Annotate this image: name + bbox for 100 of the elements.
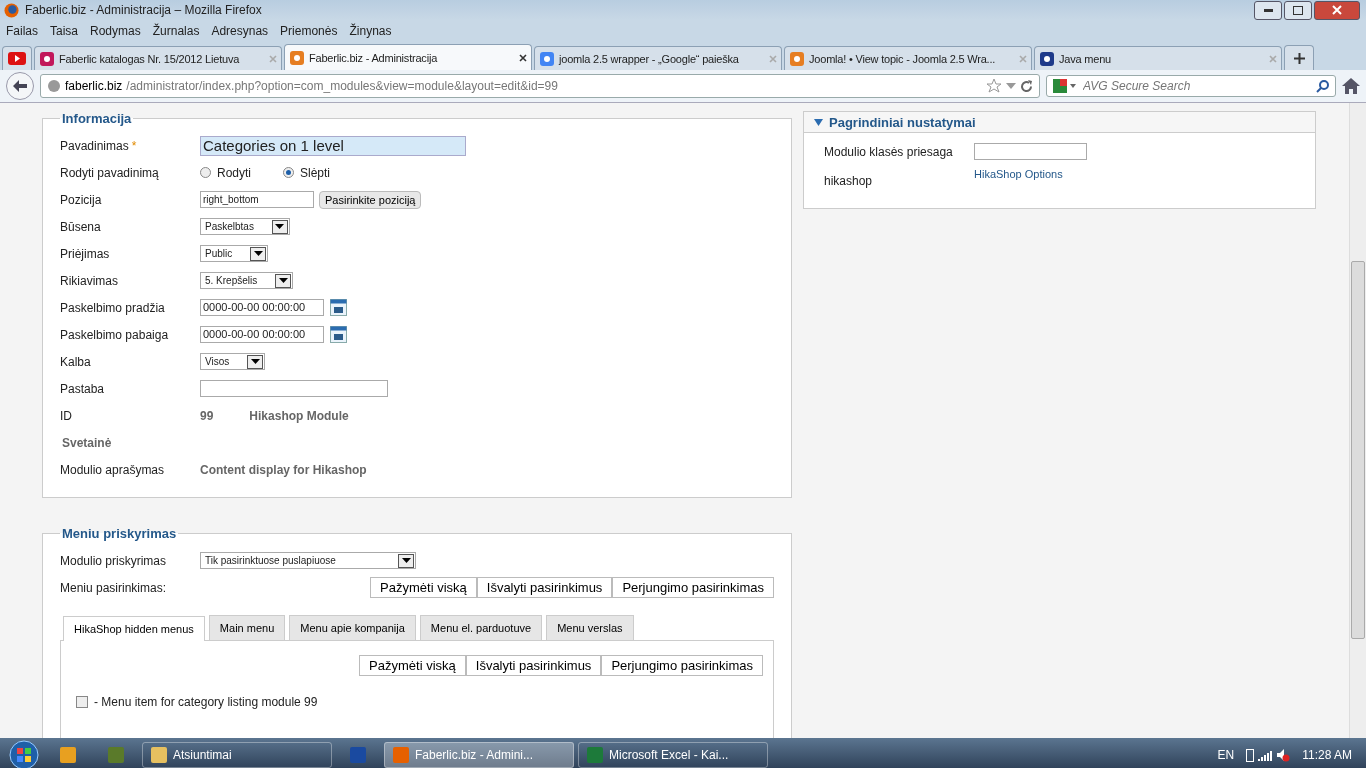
site-icon xyxy=(1039,50,1055,67)
minimize-button[interactable] xyxy=(1254,0,1282,20)
field-label: Kalba xyxy=(60,354,92,369)
menu-selection-button[interactable]: Perjungimo pasirinkimas xyxy=(601,655,763,676)
browser-tab[interactable]: Faberlic katalogas Nr. 15/2012 Lietuva xyxy=(34,46,282,70)
menu-tab[interactable]: Menu apie kompanija xyxy=(289,615,416,640)
site-icon xyxy=(539,50,555,67)
menu-item[interactable]: Žurnalas xyxy=(146,24,206,38)
menu-tab[interactable]: Main menu xyxy=(208,615,286,640)
start-button[interactable] xyxy=(6,739,42,768)
app-icon xyxy=(151,746,167,763)
language-indicator[interactable]: EN xyxy=(1217,747,1235,762)
date-input[interactable]: 0000-00-00 00:00:00 xyxy=(200,326,324,343)
browser-tab[interactable]: Java menu xyxy=(1034,46,1282,70)
new-tab-button[interactable] xyxy=(1284,45,1314,70)
options-link[interactable]: HikaShop Options xyxy=(974,168,1063,188)
menu-selection-button[interactable]: Pažymėti viską xyxy=(370,577,477,598)
radio-label: Slėpti xyxy=(300,165,331,180)
menu-selection-button[interactable]: Pažymėti viską xyxy=(359,655,466,676)
title-input[interactable]: Categories on 1 level xyxy=(200,135,466,156)
field-value: 99 xyxy=(200,408,214,423)
menu-tab[interactable]: Menu verslas xyxy=(546,615,634,640)
app-icon xyxy=(60,746,76,763)
dropdown[interactable]: Public xyxy=(200,245,269,262)
calendar-icon[interactable] xyxy=(330,326,347,343)
browser-tab[interactable]: Joomla! • View topic - Joomla 2.5 Wra... xyxy=(784,46,1032,70)
search-bar[interactable]: AVG Secure Search xyxy=(1046,75,1336,97)
field-label: ID xyxy=(60,408,73,423)
position-input[interactable]: right_bottom xyxy=(200,191,314,208)
radio-button[interactable] xyxy=(283,167,294,178)
field-label: Meniu pasirinkimas: xyxy=(60,580,167,595)
menu-selection-button[interactable]: Išvalyti pasirinkimus xyxy=(476,577,613,598)
field-label: Būsena xyxy=(60,219,102,234)
taskbar-window-button[interactable]: Faberlic.biz - Admini... xyxy=(384,741,574,768)
back-button[interactable] xyxy=(6,72,34,100)
restore-button[interactable] xyxy=(1284,0,1312,20)
menu-tab[interactable]: HikaShop hidden menus xyxy=(63,616,205,641)
checkbox[interactable] xyxy=(76,695,88,708)
settings-panel-header[interactable]: Pagrindiniai nustatymai xyxy=(803,111,1316,132)
field-label: Modulio priskyrimas xyxy=(60,553,168,568)
menu-item[interactable]: Failas xyxy=(0,24,44,38)
taskbar-window-button[interactable]: Microsoft Excel - Kai... xyxy=(578,741,768,768)
field-label: Paskelbimo pradžia xyxy=(60,300,166,315)
dropdown[interactable]: Visos xyxy=(200,353,266,370)
battery-icon[interactable] xyxy=(1246,747,1255,762)
module-type: Hikashop Module xyxy=(249,408,349,423)
radio-button[interactable] xyxy=(200,167,211,178)
menu-selection-button[interactable]: Perjungimo pasirinkimas xyxy=(612,577,774,598)
dropdown[interactable]: Tik pasirinktuose puslapiuose xyxy=(200,552,416,569)
field-value: Content display for Hikashop xyxy=(200,462,367,477)
caret-icon xyxy=(814,118,823,126)
browser-tab[interactable]: Faberlic.biz - Administracija xyxy=(284,44,532,70)
address-bar[interactable]: faberlic.biz /administrator/index.php?option=com_modules&view=module&layout=edit&id=99 xyxy=(40,74,1040,98)
close-button[interactable] xyxy=(1314,0,1360,20)
note-input[interactable] xyxy=(200,380,388,397)
app-icon xyxy=(350,746,366,763)
menu-item[interactable]: Žinynas xyxy=(343,24,398,38)
minimize-icon xyxy=(1263,8,1273,12)
select-position-button[interactable]: Pasirinkite poziciją xyxy=(319,190,422,209)
browser-tab[interactable]: joomla 2.5 wrapper - „Google“ paieška xyxy=(534,46,782,70)
taskbar-window-button[interactable]: Atsiuntimai xyxy=(142,741,332,768)
menu-item-label: - Menu item for category listing module 99 xyxy=(94,694,318,709)
plus-icon xyxy=(1293,52,1305,64)
clock: 11:28 AM xyxy=(1302,747,1352,762)
search-engine-icon[interactable] xyxy=(1053,79,1077,93)
menu-item[interactable]: Rodymas xyxy=(84,24,147,38)
reload-icon[interactable] xyxy=(1020,79,1033,93)
field-label: Paskelbimo pabaiga xyxy=(60,327,170,342)
dropdown-icon[interactable] xyxy=(1006,83,1016,89)
class-suffix-input[interactable] xyxy=(974,143,1087,160)
date-input[interactable]: 0000-00-00 00:00:00 xyxy=(200,299,324,316)
menu-selection-button[interactable]: Išvalyti pasirinkimus xyxy=(465,655,602,676)
site-icon xyxy=(39,50,55,67)
pinned-tab[interactable] xyxy=(2,46,32,70)
restore-icon xyxy=(1293,5,1303,15)
muted-speaker-icon[interactable] xyxy=(1276,747,1291,762)
field-label: Pozicija xyxy=(60,192,103,207)
search-icon[interactable] xyxy=(1316,79,1329,93)
field-label: Pavadinimas xyxy=(60,138,129,153)
field-label: Modulio aprašymas xyxy=(60,462,166,477)
dropdown[interactable]: Paskelbtas xyxy=(200,218,290,235)
dropdown[interactable]: 5. Krepšelis xyxy=(200,272,294,289)
app-icon xyxy=(108,746,124,763)
field-label: hikashop xyxy=(824,174,874,188)
panel-title: Meniu priskyrimas xyxy=(61,526,178,541)
section-label: Svetainė xyxy=(62,435,112,450)
menu-tab[interactable]: Menu el. parduotuve xyxy=(419,615,543,640)
field-label: Modulio klasės priesaga xyxy=(824,144,954,159)
site-icon xyxy=(789,50,805,67)
app-icon xyxy=(393,746,409,763)
panel-title: Informacija xyxy=(61,111,133,126)
signal-icon[interactable] xyxy=(1258,748,1273,761)
star-icon[interactable] xyxy=(986,78,1002,94)
calendar-icon[interactable] xyxy=(330,299,347,316)
home-icon[interactable] xyxy=(1342,78,1360,94)
menu-item[interactable]: Taisa xyxy=(44,24,85,38)
menu-item[interactable]: Priemonės xyxy=(274,24,344,38)
field-label: Priėjimas xyxy=(60,246,111,261)
menu-item[interactable]: Adresynas xyxy=(205,24,275,38)
close-tab-icon[interactable] xyxy=(519,53,527,62)
